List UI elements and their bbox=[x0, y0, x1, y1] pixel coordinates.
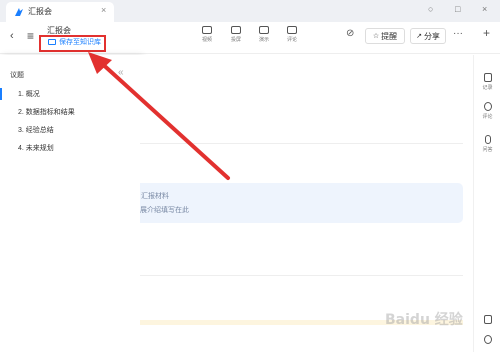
info-callout-line1: 汇报材料 bbox=[141, 193, 169, 200]
info-callout-line2: 展介绍填写在此 bbox=[140, 207, 189, 214]
outline-item-summary[interactable]: 3. 经验总结 bbox=[18, 125, 54, 135]
collapse-icon[interactable]: « bbox=[118, 67, 124, 78]
record-button[interactable]: 记录 bbox=[474, 73, 500, 91]
bell-icon: ☆ bbox=[372, 33, 380, 40]
mic-icon bbox=[484, 135, 491, 144]
remind-button[interactable]: ☆ 提醒 bbox=[365, 28, 405, 44]
ai-assistant-icon[interactable]: ⊘ bbox=[346, 28, 354, 39]
video-button[interactable]: 视频 bbox=[196, 26, 218, 43]
record-label: 记录 bbox=[482, 85, 493, 91]
video-label: 视频 bbox=[201, 37, 212, 43]
cast-label: 投屏 bbox=[230, 37, 241, 43]
app-logo-icon bbox=[15, 8, 23, 16]
qa-label: 问答 bbox=[482, 147, 493, 153]
outline-toggle-button[interactable] bbox=[474, 315, 500, 324]
outline-heading: 议题 bbox=[10, 72, 24, 79]
outline-item-overview[interactable]: 1. 概况 bbox=[18, 89, 40, 99]
qa-button[interactable]: 问答 bbox=[474, 135, 500, 153]
video-icon bbox=[202, 26, 212, 34]
menu-icon[interactable]: ≡ bbox=[27, 29, 34, 43]
annotation-highlight-box bbox=[39, 35, 106, 52]
close-window-icon[interactable]: × bbox=[482, 4, 487, 14]
document-body[interactable]: 汇报材料 展介绍填写在此 bbox=[140, 55, 473, 352]
outline-item-metrics[interactable]: 2. 数据指标和结果 bbox=[18, 107, 75, 117]
tab-title: 汇报会 bbox=[28, 7, 52, 16]
review-icon bbox=[287, 26, 297, 34]
more-icon[interactable]: ··· bbox=[453, 28, 463, 39]
comment-button[interactable]: 评论 bbox=[474, 102, 500, 120]
comment-icon bbox=[483, 102, 492, 111]
back-icon[interactable]: ‹ bbox=[10, 30, 14, 42]
restore-icon[interactable]: □ bbox=[455, 4, 460, 14]
active-item-indicator bbox=[0, 88, 2, 100]
right-rail: 记录 评论 问答 bbox=[473, 55, 500, 352]
minimize-icon[interactable]: ○ bbox=[428, 4, 433, 14]
add-icon[interactable]: + bbox=[483, 26, 490, 40]
remind-label: 提醒 bbox=[381, 31, 398, 41]
section-divider bbox=[140, 275, 463, 276]
record-icon bbox=[483, 73, 492, 82]
present-label: 演示 bbox=[258, 37, 269, 43]
review-button[interactable]: 评论 bbox=[281, 26, 303, 43]
section-divider bbox=[140, 143, 463, 144]
info-callout[interactable]: 汇报材料 展介绍填写在此 bbox=[140, 183, 463, 223]
share-label: 分享 bbox=[423, 31, 440, 41]
outline-item-plan[interactable]: 4. 未来规划 bbox=[18, 143, 54, 153]
present-icon bbox=[259, 26, 269, 34]
list-icon bbox=[483, 315, 492, 324]
present-button[interactable]: 演示 bbox=[253, 26, 275, 43]
outline-panel: 议题 « 1. 概况 2. 数据指标和结果 3. 经验总结 4. 未来规划 bbox=[0, 55, 140, 352]
title-bar: 汇报会 × ○ □ × bbox=[0, 0, 500, 22]
headset-icon bbox=[483, 335, 492, 344]
help-button[interactable] bbox=[474, 335, 500, 344]
share-button[interactable]: ↗ 分享 bbox=[410, 28, 446, 44]
comment-label: 评论 bbox=[482, 114, 493, 120]
baidu-watermark: Baidu 经验 bbox=[385, 312, 463, 328]
share-icon: ↗ bbox=[416, 33, 422, 40]
cast-icon bbox=[231, 26, 241, 34]
review-label: 评论 bbox=[286, 37, 297, 43]
document-tab[interactable]: 汇报会 × bbox=[6, 2, 114, 22]
cast-button[interactable]: 投屏 bbox=[225, 26, 247, 43]
tab-close-icon[interactable]: × bbox=[101, 5, 106, 15]
